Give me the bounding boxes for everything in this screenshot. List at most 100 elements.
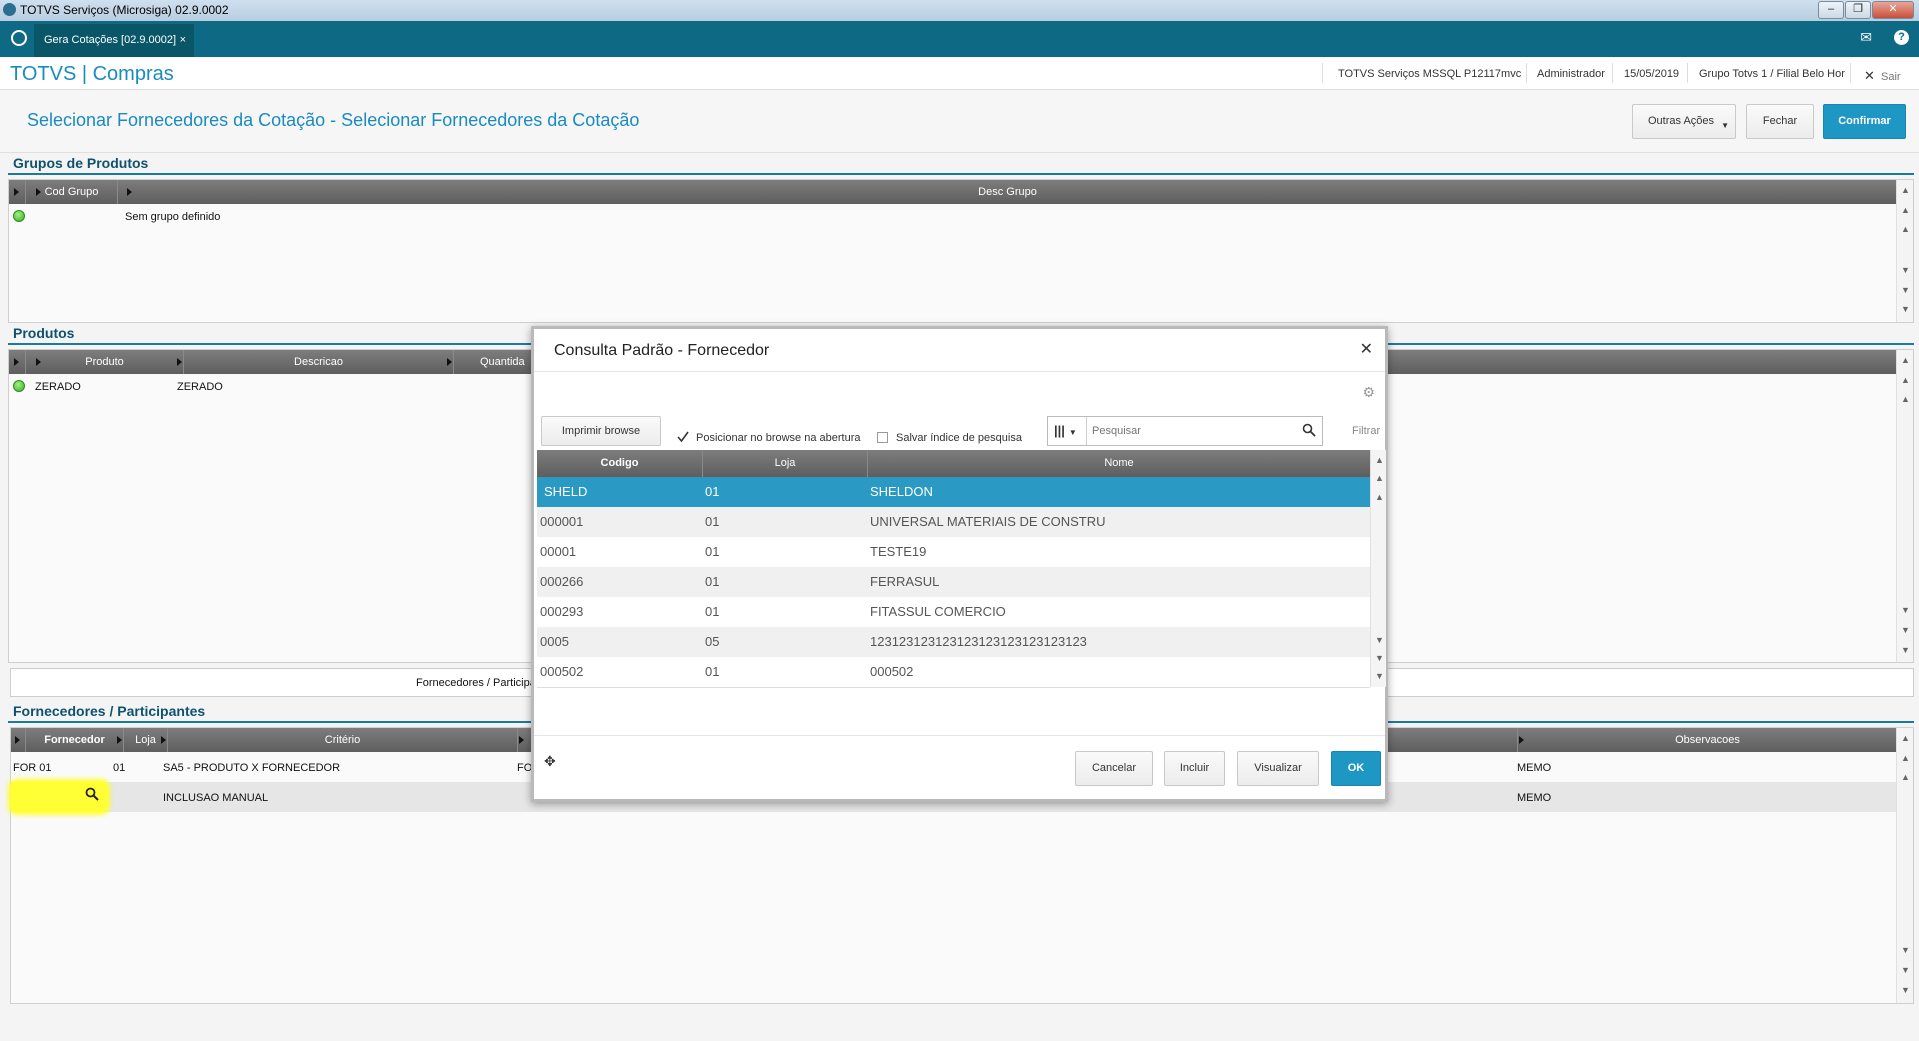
cell-criterio: INCLUSAO MANUAL — [163, 792, 269, 804]
exit-button[interactable]: ✕ Sair — [1864, 68, 1901, 84]
totvs-logo-icon[interactable] — [11, 30, 27, 46]
column-header[interactable]: Critério — [167, 728, 517, 752]
page-title: Selecionar Fornecedores da Cotação - Sel… — [27, 110, 640, 130]
cell-loja: 01 — [113, 762, 126, 774]
cell-nome: SHELDON — [870, 484, 933, 499]
include-button[interactable]: Incluir — [1164, 751, 1225, 786]
app-tabbar: Gera Cotações [02.9.0002] × ✉ ? — [0, 21, 1919, 57]
close-icon: ✕ — [1864, 68, 1875, 83]
close-button[interactable]: Fechar — [1746, 104, 1814, 139]
cell-criterio: SA5 - PRODUTO X FORNECEDOR — [163, 762, 341, 774]
cell-observacoes: MEMO — [1517, 792, 1552, 804]
lookup-row[interactable]: 0005 05 123123123123123123123123123123 — [537, 627, 1370, 657]
view-button[interactable]: Visualizar — [1237, 751, 1319, 786]
date-label: 15/05/2019 — [1624, 68, 1680, 80]
cell-produto: ZERADO — [35, 381, 81, 393]
products-scrollbar[interactable]: ▲ ▲ ▲ ▼ ▼ ▼ — [1896, 350, 1913, 662]
cell-nome: 000502 — [870, 664, 914, 679]
search-box: ||| ▼ — [1047, 416, 1323, 446]
cell-criterio-extra: FO — [517, 762, 533, 774]
close-window-button[interactable]: ✕ — [1872, 1, 1914, 19]
table-row[interactable]: Sem grupo definido — [9, 204, 1897, 229]
branch-label: Grupo Totvs 1 / Filial Belo Hor — [1699, 68, 1845, 80]
suppliers-section-title: Fornecedores / Participantes — [13, 703, 206, 719]
column-header[interactable]: Desc Grupo — [117, 180, 1897, 204]
app-brand: TOTVS | Compras — [10, 63, 174, 85]
lookup-row[interactable]: 00001 01 TESTE19 — [537, 537, 1370, 567]
other-actions-button[interactable]: Outras Ações ▼ — [1632, 104, 1736, 139]
filter-button[interactable]: Filtrar — [1352, 425, 1380, 437]
print-browse-button[interactable]: Imprimir browse — [541, 416, 661, 446]
cell-loja: 01 — [705, 484, 720, 499]
save-index-checkbox[interactable] — [877, 432, 888, 443]
mail-icon[interactable]: ✉ — [1860, 29, 1872, 46]
search-icon[interactable] — [1302, 423, 1316, 442]
exit-label: Sair — [1881, 71, 1901, 83]
search-icon[interactable] — [85, 787, 103, 805]
chevron-down-icon: ▼ — [1721, 121, 1729, 130]
window-titlebar: TOTVS Serviços (Microsiga) 02.9.0002 – ❐… — [0, 0, 1919, 21]
column-header[interactable]: Loja — [702, 450, 867, 477]
gear-icon[interactable]: ⚙ — [1362, 384, 1375, 401]
column-header[interactable]: Observacoes — [1517, 728, 1897, 752]
cell-codigo: 000293 — [540, 604, 584, 619]
cell-descricao: ZERADO — [177, 381, 223, 393]
lookup-row[interactable]: 000293 01 FITASSUL COMERCIO — [537, 597, 1370, 627]
groups-grid[interactable]: Cod Grupo Desc Grupo Sem grupo definido … — [8, 179, 1914, 323]
help-icon[interactable]: ? — [1894, 30, 1909, 45]
lookup-row[interactable]: 000001 01 UNIVERSAL MATERIAIS DE CONSTRU — [537, 507, 1370, 537]
column-header[interactable]: Nome — [867, 450, 1370, 477]
cell-nome: FITASSUL COMERCIO — [870, 604, 1006, 619]
tab-close-icon[interactable]: × — [180, 24, 186, 57]
lookup-row[interactable]: 000502 01 000502 — [537, 657, 1370, 687]
cell-codigo: 000502 — [540, 664, 584, 679]
ok-button[interactable]: OK — [1331, 751, 1381, 786]
tab-gera-cotacoes[interactable]: Gera Cotações [02.9.0002] × — [34, 24, 194, 57]
tab-fornecedores[interactable]: Fornecedores / Participa — [416, 677, 536, 689]
save-index-label: Salvar índice de pesquisa — [896, 432, 1022, 444]
cell-loja: 01 — [705, 664, 720, 679]
column-header[interactable]: Produto — [25, 350, 183, 374]
dialog-title: Consulta Padrão - Fornecedor — [554, 342, 770, 359]
column-header[interactable]: Fornecedor — [25, 728, 123, 752]
environment-label: TOTVS Serviços MSSQL P12117mvc — [1338, 68, 1522, 80]
cell-observacoes: MEMO — [1517, 762, 1552, 774]
lookup-row[interactable]: SHELD 01 SHELDON — [537, 477, 1370, 507]
lookup-row[interactable]: 000266 01 FERRASUL — [537, 567, 1370, 597]
products-section-title: Produtos — [13, 325, 75, 341]
confirm-button[interactable]: Confirmar — [1823, 104, 1906, 139]
cell-codigo: 00001 — [540, 544, 577, 559]
page-title-bar: Selecionar Fornecedores da Cotação - Sel… — [0, 90, 1919, 153]
tab-label: Gera Cotações [02.9.0002] — [44, 34, 177, 46]
groups-scrollbar[interactable]: ▲ ▲ ▲ ▼ ▼ ▼ — [1896, 180, 1913, 322]
cell-nome: 123123123123123123123123123123 — [870, 634, 1087, 649]
column-selector-icon[interactable]: ||| ▼ — [1054, 423, 1077, 438]
status-green-icon — [13, 210, 25, 222]
supplier-lookup-dialog: Consulta Padrão - Fornecedor ✕ ⚙ Imprimi… — [531, 326, 1388, 802]
column-header[interactable]: Codigo — [537, 450, 702, 477]
position-checkbox[interactable] — [677, 430, 689, 443]
window-title: TOTVS Serviços (Microsiga) 02.9.0002 — [20, 3, 229, 17]
position-checkbox-label: Posicionar no browse na abertura — [696, 432, 861, 444]
supplier-code-input[interactable] — [11, 782, 107, 812]
column-header[interactable]: Descricao — [183, 350, 453, 374]
cell-desc-grupo: Sem grupo definido — [125, 211, 221, 223]
minimize-button[interactable]: – — [1818, 1, 1844, 19]
cell-nome: FERRASUL — [870, 574, 940, 589]
other-actions-label: Outras Ações — [1648, 115, 1715, 127]
lookup-scrollbar[interactable]: ▲ ▲ ▲ ▼ ▼ ▼ — [1370, 450, 1386, 687]
suppliers-scrollbar[interactable]: ▲ ▲ ▲ ▼ ▼ ▼ — [1896, 728, 1913, 1003]
status-green-icon — [13, 380, 25, 392]
move-icon[interactable]: ✥ — [544, 753, 556, 770]
app-icon — [3, 3, 16, 16]
cell-codigo: 000266 — [540, 574, 584, 589]
app-header: TOTVS | Compras TOTVS Serviços MSSQL P12… — [0, 57, 1919, 90]
cell-loja: 01 — [705, 574, 720, 589]
cell-nome: UNIVERSAL MATERIAIS DE CONSTRU — [870, 514, 1106, 529]
search-input[interactable] — [1090, 420, 1294, 442]
cell-nome: TESTE19 — [870, 544, 927, 559]
dialog-close-icon[interactable]: ✕ — [1360, 339, 1373, 359]
cancel-button[interactable]: Cancelar — [1075, 751, 1153, 786]
restore-button[interactable]: ❐ — [1845, 1, 1871, 19]
cell-fornecedor: FOR 01 — [13, 762, 52, 774]
